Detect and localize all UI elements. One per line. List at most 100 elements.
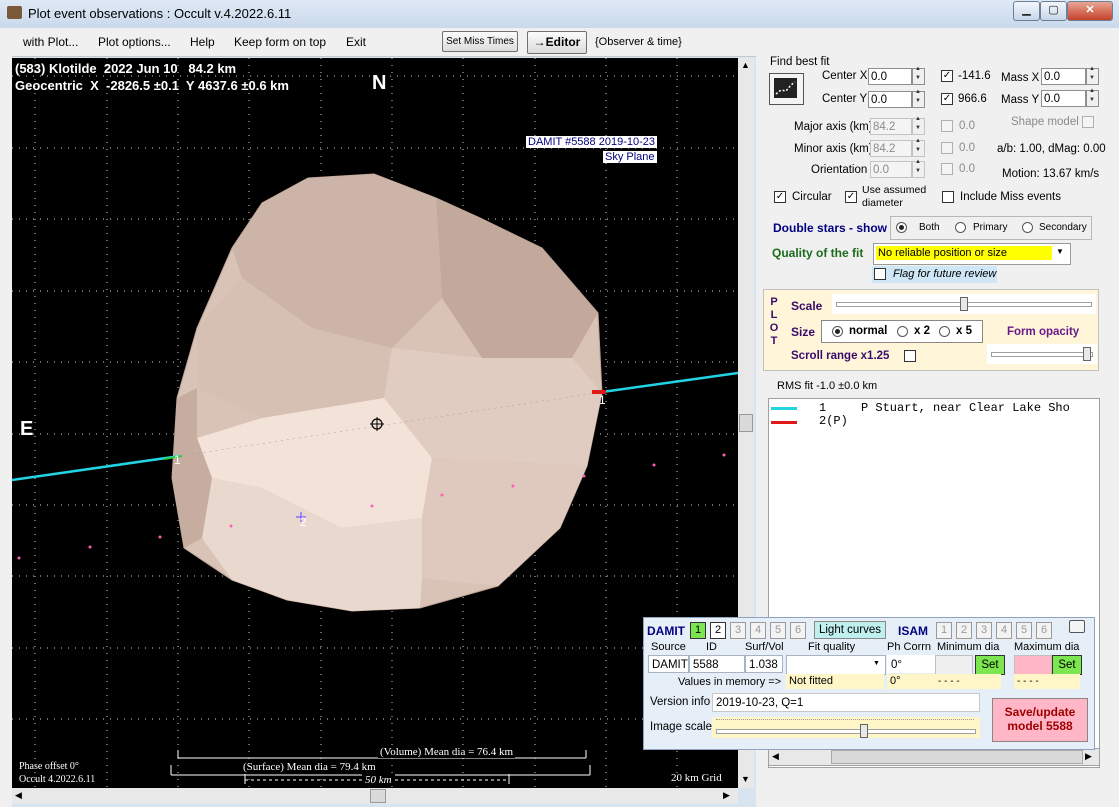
isam-model-6[interactable]: 6 (1036, 622, 1052, 639)
max-dia-set-button[interactable]: Set (1052, 655, 1082, 675)
include-miss-checkbox[interactable] (942, 191, 954, 203)
opacity-slider-thumb[interactable] (1083, 347, 1091, 361)
damit-model-5[interactable]: 5 (770, 622, 786, 639)
min-dia-field[interactable] (935, 655, 973, 675)
size-normal-radio[interactable] (832, 326, 843, 337)
ph-corrn-field[interactable]: 0° (887, 655, 935, 673)
use-assumed-checkbox[interactable]: ✓ (845, 191, 857, 203)
y-fit-checkbox[interactable]: ✓ (941, 93, 953, 105)
center-x-input[interactable]: 0.0 (868, 68, 912, 85)
image-scale-thumb[interactable] (860, 724, 868, 738)
damit-model-1[interactable]: 1 (690, 622, 706, 639)
center-x-spinner[interactable] (912, 66, 925, 85)
menu-keep-on-top[interactable]: Keep form on top (234, 35, 326, 49)
isam-model-5[interactable]: 5 (1016, 622, 1032, 639)
vscroll-thumb[interactable] (739, 414, 753, 432)
list-scroll-right-icon[interactable]: ▶ (1085, 751, 1092, 762)
scroll-up-icon[interactable]: ▲ (741, 60, 750, 70)
x-fit-checkbox[interactable]: ✓ (941, 70, 953, 82)
circular-label: Circular (792, 191, 832, 203)
orientation-spinner[interactable] (912, 159, 925, 178)
mass-y-spinner[interactable] (1086, 88, 1099, 107)
list-scroll-left-icon[interactable]: ◀ (772, 751, 779, 762)
editor-button[interactable]: →Editor (527, 31, 587, 54)
id-field[interactable]: 5588 (689, 655, 745, 673)
find-best-fit-button[interactable] (769, 73, 804, 105)
scroll-left-icon[interactable]: ◀ (15, 790, 22, 801)
scale-slider-thumb[interactable] (960, 297, 968, 311)
size-x5-radio[interactable] (939, 326, 950, 337)
collapse-button[interactable] (1069, 620, 1085, 633)
max-dia-memory: - - - - (1014, 674, 1080, 689)
save-update-model-button[interactable]: Save/update model 5588 (992, 698, 1088, 742)
hscroll-thumb[interactable] (370, 789, 386, 803)
mass-y-input[interactable]: 0.0 (1041, 90, 1086, 107)
damit-model-3[interactable]: 3 (730, 622, 746, 639)
flag-review-checkbox[interactable] (874, 268, 886, 280)
circular-checkbox[interactable]: ✓ (774, 191, 786, 203)
set-miss-times-button[interactable]: Set Miss Times (442, 31, 518, 52)
both-label: Both (919, 222, 940, 233)
opacity-slider[interactable] (987, 344, 1097, 364)
ph-corrn-memory: 0° (887, 674, 935, 689)
minimize-button[interactable]: ▁ (1013, 1, 1040, 21)
secondary-radio[interactable] (1022, 222, 1033, 233)
version-info-field[interactable]: 2019-10-23, Q=1 (712, 693, 980, 712)
menu-help[interactable]: Help (190, 35, 215, 49)
plot-hscrollbar[interactable]: ◀ ▶ (12, 788, 738, 804)
major-axis-spinner[interactable] (912, 116, 925, 135)
isam-model-1[interactable]: 1 (936, 622, 952, 639)
major-axis-value: 0.0 (959, 120, 975, 132)
observer-time-label[interactable]: {Observer & time} (595, 36, 682, 48)
max-dia-field[interactable] (1014, 655, 1052, 675)
size-x2-radio[interactable] (897, 326, 908, 337)
scroll-range-checkbox[interactable] (904, 350, 916, 362)
major-axis-checkbox[interactable] (941, 120, 953, 132)
mass-x-input[interactable]: 0.0 (1041, 68, 1086, 85)
minor-axis-input[interactable]: 84.2 (870, 140, 912, 157)
source-field[interactable]: DAMIT (648, 655, 689, 673)
isam-model-4[interactable]: 4 (996, 622, 1012, 639)
isam-model-2[interactable]: 2 (956, 622, 972, 639)
damit-model-2[interactable]: 2 (710, 622, 726, 639)
damit-model-4[interactable]: 4 (750, 622, 766, 639)
damit-model-6[interactable]: 6 (790, 622, 806, 639)
scale-slider[interactable] (832, 294, 1096, 314)
orientation-checkbox[interactable] (941, 163, 953, 175)
menu-plot-options[interactable]: Plot options... (98, 35, 171, 49)
list-hscroll-thumb[interactable] (831, 750, 1083, 764)
scroll-right-icon[interactable]: ▶ (723, 790, 730, 801)
center-y-input[interactable]: 0.0 (868, 91, 912, 108)
minor-axis-spinner[interactable] (912, 138, 925, 157)
observer-2-swatch (771, 421, 797, 424)
center-y-spinner[interactable] (912, 89, 925, 108)
light-curves-button[interactable]: Light curves (814, 621, 886, 639)
orientation-input[interactable]: 0.0 (870, 161, 912, 178)
primary-radio[interactable] (955, 222, 966, 233)
values-in-memory-label: Values in memory => (678, 676, 782, 688)
surf-vol-field[interactable]: 1.038 (745, 655, 783, 673)
menu-with-plot[interactable]: with Plot... (23, 35, 78, 49)
isam-model-3[interactable]: 3 (976, 622, 992, 639)
quality-dropdown[interactable]: No reliable position or size ▼ (873, 243, 1071, 265)
secondary-label: Secondary (1039, 222, 1087, 233)
both-radio[interactable] (896, 222, 907, 233)
image-scale-slider[interactable] (712, 717, 980, 738)
mass-x-spinner[interactable] (1086, 66, 1099, 85)
min-dia-set-button[interactable]: Set (975, 655, 1005, 675)
maximize-button[interactable]: ▢ (1040, 1, 1067, 21)
min-dia-header: Minimum dia (937, 641, 1000, 653)
isam-label: ISAM (898, 624, 928, 638)
scroll-down-icon[interactable]: ▼ (741, 774, 750, 784)
major-axis-input[interactable]: 84.2 (870, 118, 912, 135)
fit-quality-dropdown[interactable]: ▼ (786, 655, 886, 675)
minor-axis-checkbox[interactable] (941, 142, 953, 154)
plot-area[interactable]: (583) Klotilde 2022 Jun 10 84.2 km Geoce… (12, 58, 738, 788)
shape-model-label: Shape model (1011, 116, 1079, 128)
close-button[interactable]: ✕ (1067, 1, 1113, 21)
shape-model-checkbox[interactable] (1082, 116, 1094, 128)
use-assumed-label: Use assumed (862, 184, 927, 196)
damit-label: DAMIT (647, 624, 685, 638)
menu-exit[interactable]: Exit (346, 35, 366, 49)
observer-list-hscrollbar[interactable]: ◀ ▶ (768, 748, 1100, 766)
